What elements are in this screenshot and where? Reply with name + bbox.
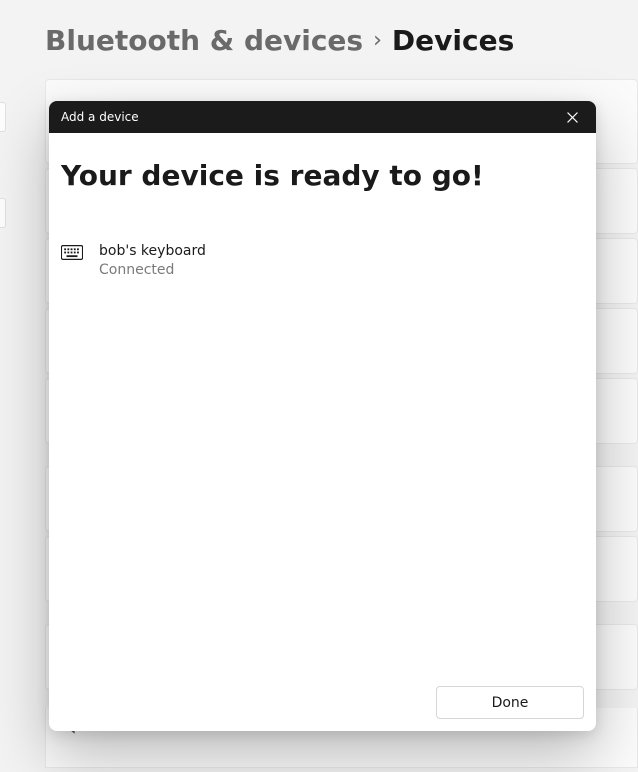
modal-footer: Done [61,686,584,719]
modal-title: Add a device [61,110,139,124]
modal-backdrop: Add a device Your device is ready to go! [0,0,638,772]
modal-titlebar: Add a device [49,101,596,133]
close-icon [567,112,578,123]
modal-heading: Your device is ready to go! [61,159,584,192]
add-device-modal: Add a device Your device is ready to go! [49,101,596,731]
device-status: Connected [99,261,206,279]
modal-body: Your device is ready to go! [49,133,596,731]
device-info: bob's keyboard Connected [99,242,206,279]
device-entry: bob's keyboard Connected [61,240,584,281]
close-button[interactable] [560,105,584,129]
keyboard-icon [61,245,83,260]
device-name: bob's keyboard [99,242,206,260]
done-button[interactable]: Done [436,686,584,719]
